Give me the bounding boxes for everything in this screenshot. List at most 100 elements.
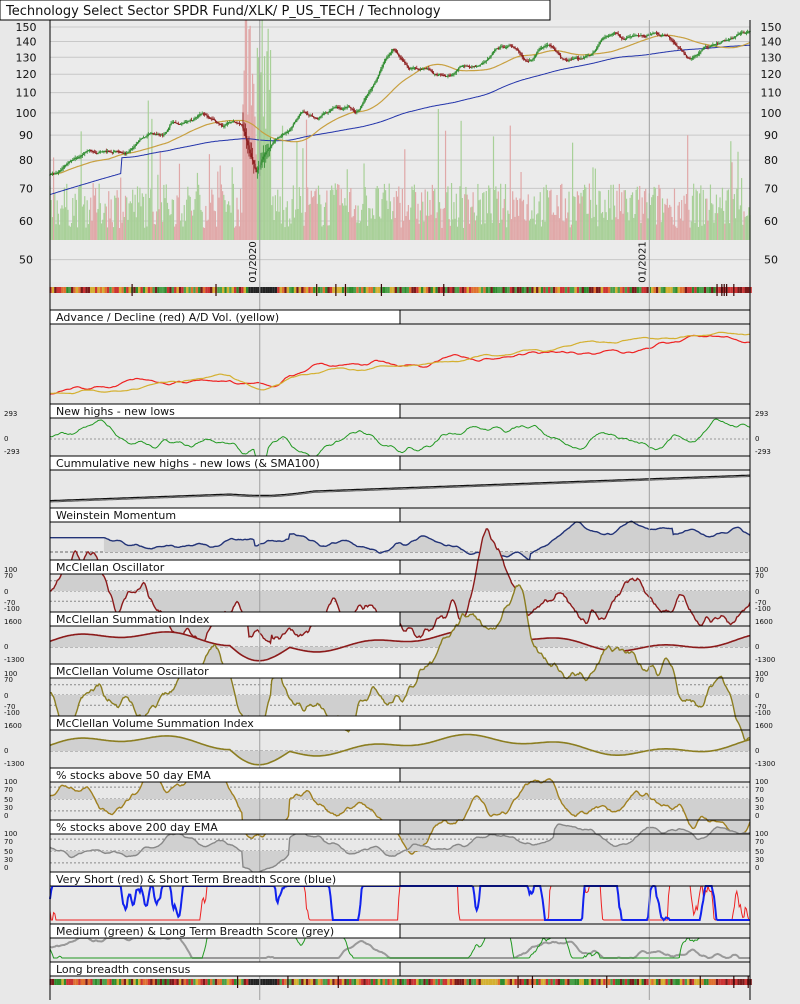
candle-body <box>304 111 307 113</box>
strip-cell <box>389 979 393 985</box>
strip-cell <box>262 287 266 293</box>
strip-cell <box>339 979 342 985</box>
volume-bar <box>78 186 80 240</box>
volume-bar <box>664 203 666 240</box>
volume-bar <box>443 207 445 240</box>
candle-body <box>567 60 569 62</box>
strip-cell <box>308 287 311 293</box>
candle-body <box>655 32 658 34</box>
panel-ylabel-right: 70 <box>755 838 764 846</box>
candle-body <box>607 35 610 37</box>
strip-cell <box>583 979 587 985</box>
panel-ylabel-right: 0 <box>755 588 759 596</box>
strip-marker <box>723 284 725 296</box>
volume-bar <box>628 220 630 240</box>
candle-body <box>171 122 173 124</box>
strip-cell <box>610 287 613 293</box>
strip-cell <box>476 979 479 985</box>
strip-cell <box>341 979 345 985</box>
strip-cell <box>344 979 347 985</box>
strip-cell <box>339 287 342 293</box>
candle-body <box>672 40 674 43</box>
volume-bar <box>217 171 219 240</box>
candle-body <box>473 65 476 67</box>
strip-cell <box>703 979 707 985</box>
volume-bar <box>649 204 652 240</box>
strip-cell <box>94 287 98 293</box>
strip-cell <box>586 287 589 293</box>
candle-body <box>408 67 411 70</box>
volume-bar <box>534 224 537 240</box>
strip-cell <box>279 287 282 293</box>
candle-body <box>576 57 579 59</box>
strip-cell <box>689 979 692 985</box>
strip-cell <box>406 287 409 293</box>
candle-body <box>627 37 629 39</box>
chart-canvas: 50 50 60 60 70 70 80 80 90 90 100 100 110 110 120 120 13… <box>0 0 800 1000</box>
volume-bar <box>52 157 55 240</box>
candle-body <box>724 40 726 42</box>
volume-bar <box>357 205 359 240</box>
volume-bar <box>446 192 448 240</box>
candle-body <box>370 88 372 91</box>
strip-cell <box>56 979 59 985</box>
candle-body <box>275 138 278 140</box>
volume-bar <box>432 190 435 240</box>
candle-body <box>91 150 93 152</box>
candle-body <box>571 58 574 60</box>
strip-cell <box>401 979 405 985</box>
strip-cell <box>150 287 153 293</box>
volume-bar <box>435 218 437 240</box>
volume-bar <box>108 191 110 240</box>
candle-body <box>508 45 510 47</box>
volume-bar <box>69 226 71 240</box>
volume-bar <box>478 200 480 240</box>
strip-cell <box>322 287 326 293</box>
panel-ylabel-right: 30 <box>755 804 764 812</box>
candle-body <box>103 151 105 153</box>
strip-cell <box>615 979 618 985</box>
strip-cell <box>408 287 412 293</box>
strip-cell <box>485 287 489 293</box>
candle-body <box>350 107 352 109</box>
volume-bar <box>730 141 732 240</box>
candle-body <box>424 68 426 70</box>
candle-body <box>179 123 182 125</box>
volume-bar <box>226 204 228 240</box>
volume-bar <box>641 197 643 240</box>
strip-cell <box>538 979 541 985</box>
candle-body <box>236 122 238 124</box>
panel-label: Long breadth consensus <box>56 963 191 976</box>
candle-body <box>574 58 576 60</box>
candle-body <box>676 44 678 47</box>
volume-bar <box>564 198 567 240</box>
volume-bar <box>408 219 411 240</box>
candle-body <box>315 117 317 119</box>
candle-body <box>387 56 389 58</box>
volume-bar <box>299 196 302 240</box>
strip-marker <box>733 284 735 296</box>
strip-cell <box>58 287 62 293</box>
strip-cell <box>222 979 225 985</box>
candle-body <box>628 36 630 38</box>
strip-cell <box>401 287 405 293</box>
strip-cell <box>514 287 517 293</box>
candle-body <box>630 36 633 38</box>
strip-cell <box>490 287 493 293</box>
volume-bar <box>447 186 449 240</box>
strip-cell <box>682 287 685 293</box>
volume-bar <box>138 202 140 240</box>
strip-cell <box>171 287 175 293</box>
candle-body <box>740 32 743 34</box>
candle-body <box>728 38 731 40</box>
volume-bar <box>528 220 531 240</box>
candle-body <box>671 39 673 41</box>
volume-bar <box>202 227 205 240</box>
candle-body <box>577 57 580 59</box>
volume-bar <box>254 116 256 240</box>
candle-body <box>557 52 559 54</box>
volume-bar <box>651 197 653 240</box>
candle-body <box>60 170 62 172</box>
strip-cell <box>610 979 613 985</box>
strip-cell <box>217 979 220 985</box>
